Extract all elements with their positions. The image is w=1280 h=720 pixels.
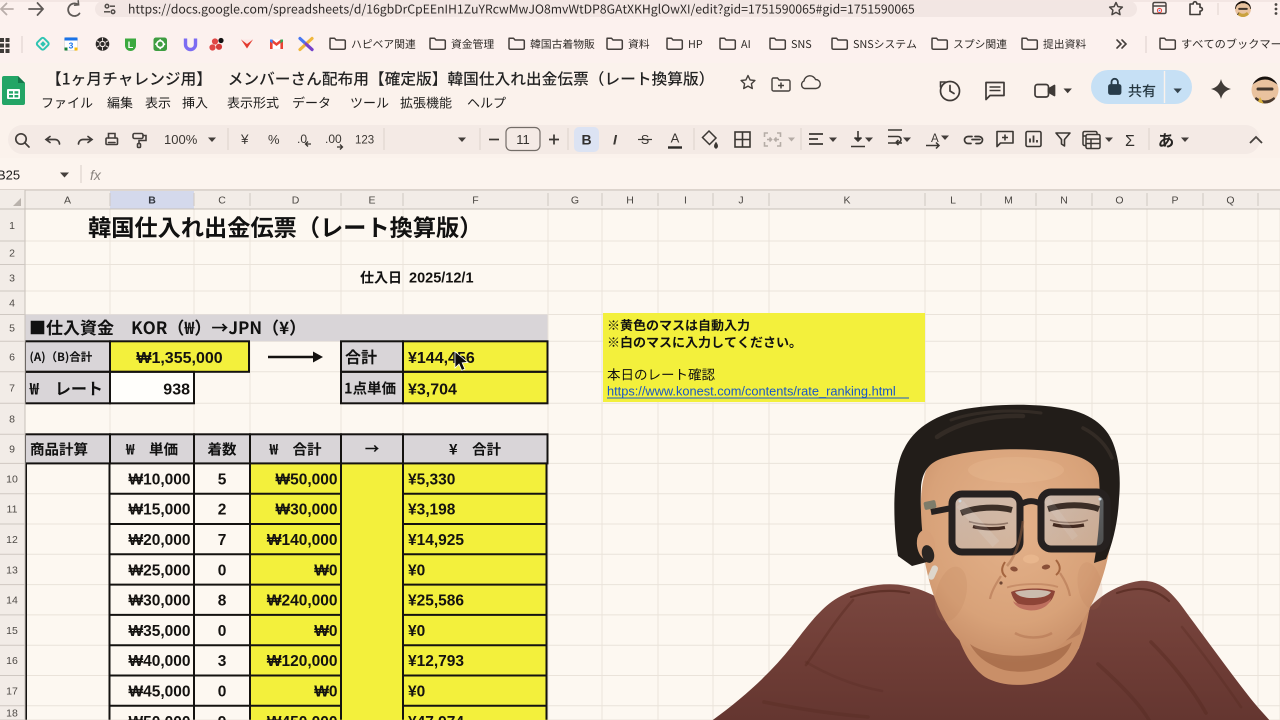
- svg-text:A: A: [931, 133, 939, 145]
- svg-text:¥3,198: ¥3,198: [408, 502, 456, 519]
- svg-text:₩120,000: ₩120,000: [267, 653, 338, 670]
- svg-text:4: 4: [9, 298, 15, 310]
- svg-text:3: 3: [69, 41, 74, 51]
- svg-text:₩50,000: ₩50,000: [275, 471, 337, 488]
- svg-text:¥0: ¥0: [408, 684, 425, 701]
- svg-text:B: B: [148, 195, 156, 207]
- svg-text:¥3,704: ¥3,704: [408, 382, 457, 399]
- svg-text:₩140,000: ₩140,000: [267, 532, 338, 549]
- svg-text:P: P: [1171, 195, 1178, 207]
- svg-text:F: F: [472, 195, 478, 207]
- svg-text:3: 3: [218, 653, 227, 670]
- svg-text:¥0: ¥0: [408, 623, 425, 640]
- svg-text:B25: B25: [0, 168, 20, 183]
- svg-text:L: L: [128, 40, 134, 50]
- svg-text:¥12,793: ¥12,793: [408, 653, 464, 670]
- svg-text:K: K: [843, 195, 850, 207]
- svg-text:11: 11: [516, 132, 530, 147]
- svg-text:₩25,000: ₩25,000: [128, 562, 190, 579]
- svg-text:M: M: [1004, 195, 1013, 207]
- svg-text:₩240,000: ₩240,000: [267, 593, 338, 610]
- svg-text:A: A: [64, 195, 71, 207]
- svg-text:Σ: Σ: [1125, 133, 1135, 150]
- svg-text:₩450,000: ₩450,000: [267, 714, 338, 720]
- svg-text:₩45,000: ₩45,000: [128, 684, 190, 701]
- svg-text:5: 5: [218, 471, 227, 488]
- svg-text:0: 0: [218, 684, 227, 701]
- svg-text:13: 13: [6, 564, 18, 576]
- svg-text:.00: .00: [325, 132, 342, 146]
- svg-text:14: 14: [6, 595, 18, 607]
- svg-text:N: N: [1060, 195, 1068, 207]
- svg-text:7: 7: [218, 532, 227, 549]
- svg-text:₩40,000: ₩40,000: [128, 653, 190, 670]
- svg-text:₩15,000: ₩15,000: [128, 502, 190, 519]
- svg-text:¥0: ¥0: [408, 562, 425, 579]
- svg-text:₩0: ₩0: [314, 562, 337, 579]
- svg-text:8: 8: [9, 414, 15, 426]
- svg-text:₩35,000: ₩35,000: [128, 623, 190, 640]
- svg-text:I: I: [684, 195, 687, 207]
- svg-text:12: 12: [6, 534, 18, 546]
- svg-text:123: 123: [355, 135, 374, 147]
- svg-text:18: 18: [6, 708, 18, 720]
- svg-text:₩10,000: ₩10,000: [128, 471, 190, 488]
- svg-text:Q: Q: [1226, 195, 1234, 207]
- svg-text:7: 7: [9, 382, 15, 394]
- svg-text:J: J: [738, 195, 743, 207]
- svg-text:₩20,000: ₩20,000: [128, 532, 190, 549]
- svg-text:15: 15: [6, 625, 18, 637]
- svg-text:L: L: [950, 195, 956, 207]
- svg-text:G: G: [571, 195, 579, 207]
- svg-text:₩1,355,000: ₩1,355,000: [136, 350, 222, 367]
- svg-text:5: 5: [9, 323, 15, 335]
- svg-text:¥144,456: ¥144,456: [408, 350, 475, 367]
- svg-text:11: 11: [7, 504, 18, 516]
- svg-text:3: 3: [9, 273, 15, 285]
- svg-text:6: 6: [9, 351, 15, 363]
- svg-text:2: 2: [218, 502, 227, 519]
- svg-text:1: 1: [9, 220, 15, 232]
- svg-text:16: 16: [6, 655, 18, 667]
- svg-text:₩30,000: ₩30,000: [275, 502, 337, 519]
- svg-text:fx: fx: [90, 167, 102, 183]
- svg-text:B: B: [581, 132, 591, 148]
- svg-text:938: 938: [163, 382, 190, 399]
- svg-text:E: E: [368, 195, 375, 207]
- svg-text:17: 17: [6, 685, 18, 697]
- svg-text:₩30,000: ₩30,000: [128, 593, 190, 610]
- svg-text:0: 0: [218, 623, 227, 640]
- svg-text:O: O: [1115, 195, 1123, 207]
- svg-text:H: H: [626, 195, 634, 207]
- svg-text:₩0: ₩0: [314, 623, 337, 640]
- svg-text:₩50,000: ₩50,000: [128, 714, 190, 720]
- svg-text:9: 9: [218, 714, 227, 720]
- svg-text:¥14,925: ¥14,925: [408, 532, 464, 549]
- svg-text:100%: 100%: [164, 132, 198, 147]
- svg-text:₩0: ₩0: [314, 684, 337, 701]
- svg-text:9: 9: [9, 444, 15, 456]
- svg-text:8: 8: [218, 593, 227, 610]
- svg-text:C: C: [218, 195, 226, 207]
- svg-text:¥47,974: ¥47,974: [408, 714, 464, 720]
- svg-text:%: %: [268, 132, 280, 147]
- svg-text:¥5,330: ¥5,330: [408, 471, 455, 488]
- svg-text:D: D: [292, 195, 300, 207]
- svg-text:10: 10: [6, 473, 18, 485]
- svg-text:2025/12/1: 2025/12/1: [409, 271, 474, 287]
- svg-text:¥: ¥: [240, 132, 249, 147]
- svg-text:A: A: [671, 131, 680, 146]
- svg-text:2: 2: [9, 248, 15, 260]
- svg-text:¥25,586: ¥25,586: [408, 593, 464, 610]
- svg-text:0: 0: [218, 562, 227, 579]
